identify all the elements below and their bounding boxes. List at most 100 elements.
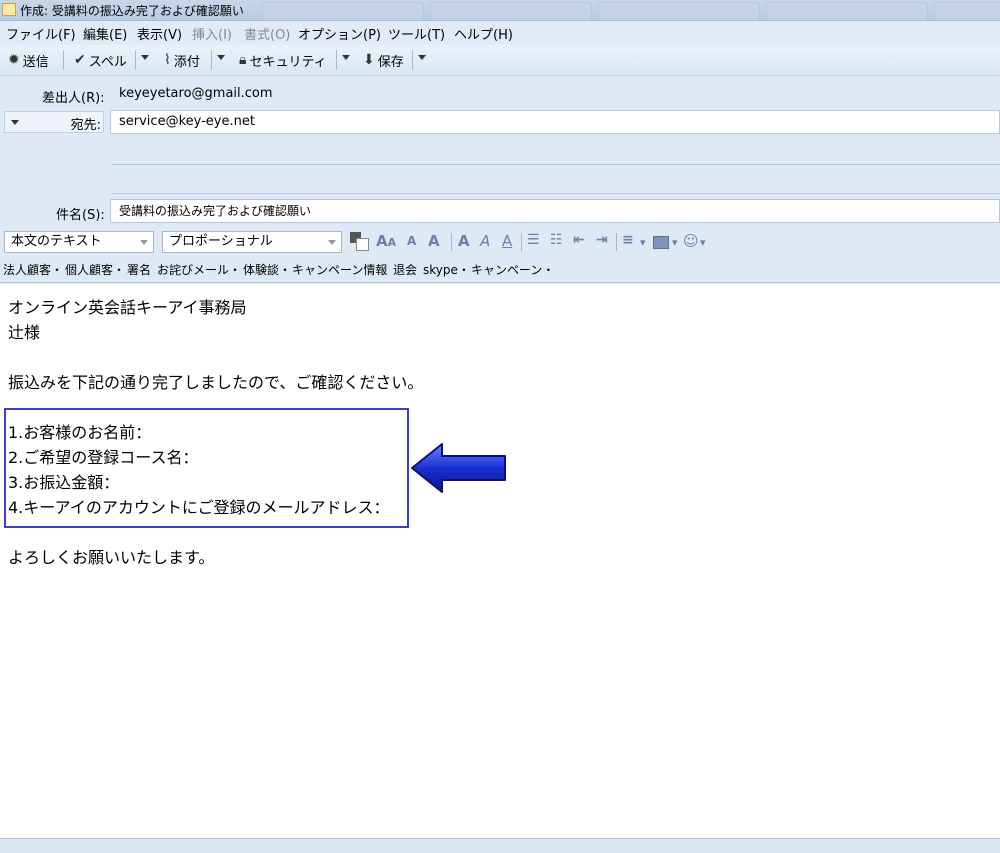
template-unsubscribe[interactable]: 退会 (393, 261, 417, 278)
attach-dropdown-arrow[interactable] (217, 55, 225, 60)
italic-icon[interactable]: A (480, 232, 490, 250)
body-line-closing: よろしくお願いいたします。 (8, 548, 215, 567)
format-divider (451, 233, 452, 251)
smaller-text-icon[interactable]: A (407, 234, 416, 248)
download-arrow-icon: ⬇ (363, 52, 375, 68)
font-value: プロポーショナル (169, 234, 273, 249)
compose-toolbar: ✹ 送信 ✔ スペル ⌇ 添付 🔒︎ セキュリティ ⬇ 保存 (0, 45, 1000, 76)
format-divider (521, 233, 522, 251)
send-icon: ✹ (8, 52, 20, 68)
attach-button[interactable]: ⌇ 添付 (164, 50, 200, 70)
background-window-tab (934, 2, 1000, 20)
spell-dropdown-arrow[interactable] (141, 55, 149, 60)
background-window-tab (598, 2, 760, 20)
save-dropdown-arrow[interactable] (418, 55, 426, 60)
to-label: 宛先: (70, 118, 101, 133)
indent-icon[interactable]: ⇥ (596, 232, 608, 248)
toolbar-divider (211, 50, 212, 70)
body-item-amount: 3.お振込金額： (8, 473, 120, 492)
send-label: 送信 (22, 54, 49, 70)
format-toolbar: 本文のテキスト プロポーショナル AA A A A A A ☰ ☷ ⇤ ⇥ ≡ … (0, 229, 1000, 256)
numbered-list-icon[interactable]: ☷ (550, 232, 563, 248)
chevron-down-icon (328, 240, 336, 245)
subject-label: 件名(S): (56, 208, 105, 223)
background-color-icon[interactable] (356, 238, 369, 251)
smiley-icon[interactable]: ☺ (683, 232, 699, 250)
chevron-down-icon[interactable]: ▾ (640, 236, 646, 249)
message-body-editor[interactable]: オンライン英会話キーアイ事務局 辻様 振込みを下記の通り完了しましたので、ご確認… (0, 284, 1000, 838)
template-skype[interactable]: skype・ (423, 261, 470, 278)
paragraph-style-select[interactable]: 本文のテキスト (4, 231, 154, 253)
template-corporate-customer[interactable]: 法人顧客・ (3, 261, 63, 278)
toolbar-divider (336, 50, 337, 70)
from-label: 差出人(R): (42, 91, 105, 106)
underline-icon[interactable]: A (502, 232, 512, 250)
from-select[interactable]: keyeyetaro@gmail.com (110, 82, 1000, 106)
save-button[interactable]: ⬇ 保存 (363, 50, 404, 70)
lock-icon: 🔒︎ (239, 52, 247, 68)
menu-help[interactable]: ヘルプ(H) (454, 24, 513, 43)
template-campaign[interactable]: キャンペーン・ (471, 261, 554, 278)
background-window-tab (766, 2, 928, 20)
menu-edit[interactable]: 編集(E) (83, 24, 127, 43)
title-bar: 作成: 受講料の振込み完了および確認願い (0, 0, 1000, 21)
spell-button[interactable]: ✔ スペル (74, 50, 127, 70)
quicktext-bar: 法人顧客・ 個人顧客・ 署名 お詫びメール・ 体験談・ キャンペーン情報 退会 … (0, 258, 1000, 283)
security-dropdown-arrow[interactable] (342, 55, 350, 60)
security-label: セキュリティ (249, 54, 327, 70)
outdent-icon[interactable]: ⇤ (573, 232, 585, 248)
align-icon[interactable]: ≡ (622, 232, 634, 248)
larger-text-icon[interactable]: A (428, 232, 440, 250)
address-header-pane: 差出人(R): keyeyetaro@gmail.com 宛先: service… (0, 76, 1000, 228)
recipient-type-select[interactable]: 宛先: (4, 111, 104, 133)
font-select[interactable]: プロポーショナル (162, 231, 342, 253)
empty-recipient-row[interactable] (112, 193, 1000, 194)
template-signature[interactable]: 署名 (127, 261, 151, 278)
attach-label: 添付 (173, 54, 200, 70)
status-bar (0, 838, 1000, 853)
format-divider (616, 233, 617, 251)
empty-recipient-row[interactable] (112, 164, 1000, 165)
template-testimonial[interactable]: 体験談・ (243, 261, 291, 278)
bullet-list-icon[interactable]: ☰ (527, 232, 540, 248)
font-size-icon[interactable]: AA (376, 232, 396, 250)
body-item-name: 1.お客様のお名前： (8, 423, 152, 442)
save-label: 保存 (377, 54, 404, 70)
template-campaign-info[interactable]: キャンペーン情報 (292, 261, 387, 278)
spell-label: スペル (88, 54, 127, 70)
menu-options[interactable]: オプション(P) (298, 24, 381, 43)
menu-format[interactable]: 書式(O) (244, 24, 290, 43)
send-button[interactable]: ✹ 送信 (8, 50, 49, 70)
paragraph-style-value: 本文のテキスト (11, 234, 102, 249)
menu-tools[interactable]: ツール(T) (388, 24, 445, 43)
body-line-intro: 振込みを下記の通り完了しましたので、ご確認ください。 (8, 373, 424, 392)
security-button[interactable]: 🔒︎ セキュリティ (239, 50, 327, 70)
background-window-tab (430, 2, 592, 20)
background-window-tab (262, 2, 424, 20)
compose-window-icon (2, 3, 16, 16)
window-title: 作成: 受講料の振込み完了および確認願い (20, 4, 244, 18)
chevron-down-icon[interactable]: ▾ (700, 236, 706, 249)
toolbar-divider (63, 50, 64, 70)
toolbar-divider (135, 50, 136, 70)
template-apology-mail[interactable]: お詫びメール・ (157, 261, 241, 278)
checkmark-icon: ✔ (74, 52, 86, 68)
menu-insert[interactable]: 挿入(I) (192, 24, 232, 43)
template-individual-customer[interactable]: 個人顧客・ (65, 261, 125, 278)
chevron-down-icon[interactable]: ▾ (672, 236, 678, 249)
subject-field[interactable]: 受講料の振込み完了および確認願い (110, 199, 1000, 223)
bold-icon[interactable]: A (458, 232, 470, 250)
body-line-recipient-name: 辻様 (8, 323, 41, 342)
to-field[interactable]: service@key-eye.net (110, 110, 1000, 134)
menu-bar: ファイル(F) 編集(E) 表示(V) 挿入(I) 書式(O) オプション(P)… (0, 21, 1000, 45)
body-item-email: 4.キーアイのアカウントにご登録のメールアドレス： (8, 498, 390, 517)
body-item-course: 2.ご希望の登録コース名： (8, 448, 199, 467)
paperclip-icon: ⌇ (164, 52, 171, 68)
menu-file[interactable]: ファイル(F) (6, 24, 76, 43)
chevron-down-icon (140, 240, 148, 245)
insert-image-icon[interactable] (653, 236, 669, 249)
toolbar-divider (412, 50, 413, 70)
chevron-down-icon (11, 120, 19, 125)
body-line-recipient-org: オンライン英会話キーアイ事務局 (8, 298, 247, 317)
menu-view[interactable]: 表示(V) (137, 24, 182, 43)
